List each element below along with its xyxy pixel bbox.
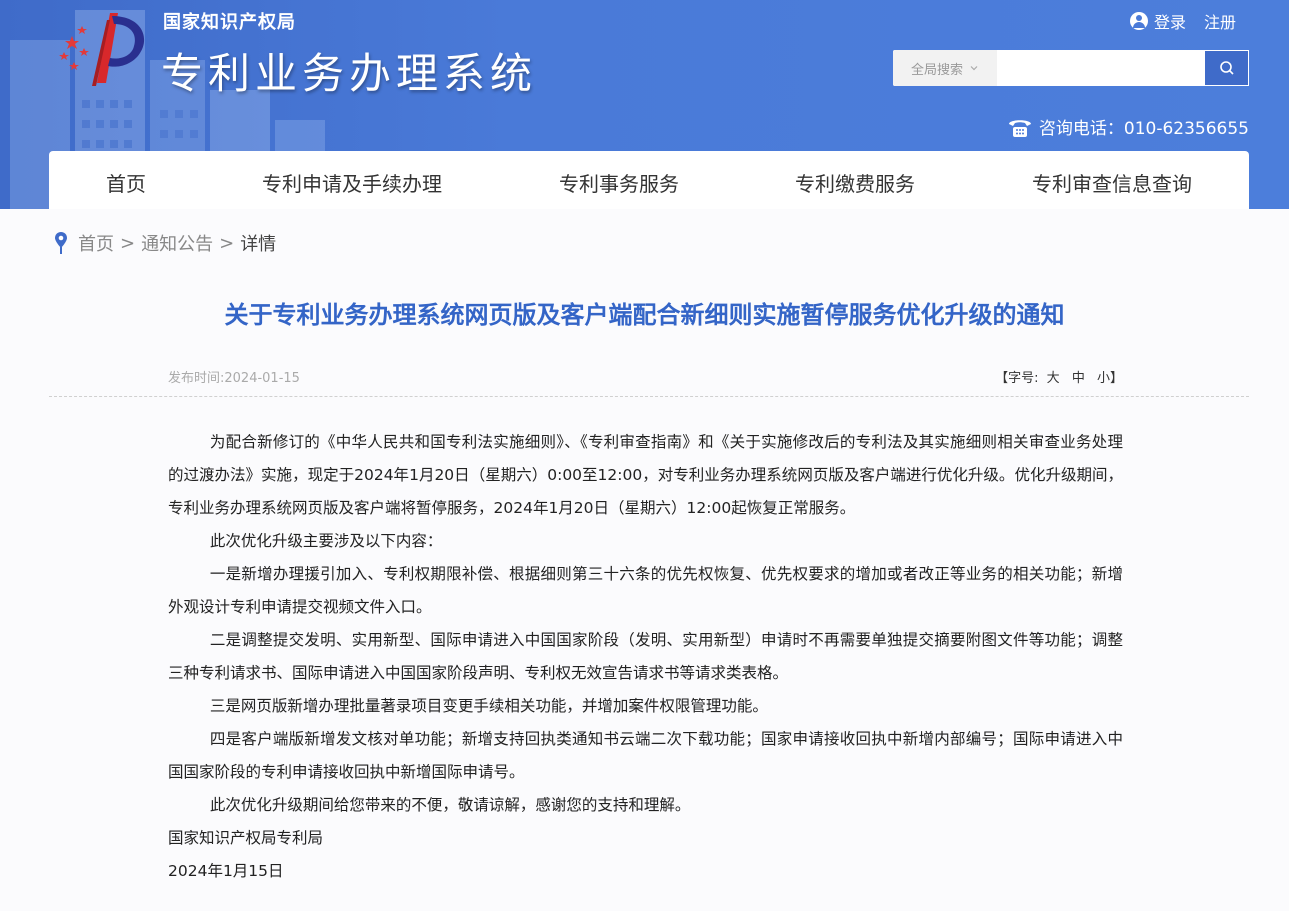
sign-date: 2024年1月15日 bbox=[168, 862, 284, 880]
paragraph: 三是网页版新增办理批量著录项目变更手续相关功能，并增加案件权限管理功能。 bbox=[209, 697, 768, 715]
publish-time: 发布时间:2024-01-15 bbox=[168, 371, 300, 386]
divider bbox=[49, 396, 1249, 397]
hotline-text: 咨询电话：010-62356655 bbox=[1038, 119, 1249, 139]
cnipa-logo bbox=[59, 13, 145, 86]
breadcrumb-notices[interactable]: 通知公告 bbox=[141, 230, 213, 256]
font-size-medium[interactable]: 中 bbox=[1072, 371, 1085, 386]
search-scope-label: 全局搜索 bbox=[910, 62, 963, 78]
register-link[interactable]: 注册 bbox=[1204, 9, 1236, 33]
breadcrumb-current: 详情 bbox=[240, 234, 277, 255]
search-bar: 全局搜索 bbox=[893, 50, 1249, 86]
search-input[interactable] bbox=[997, 50, 1204, 86]
paragraph: 此次优化升级主要涉及以下内容： bbox=[209, 532, 443, 550]
search-button[interactable] bbox=[1204, 50, 1249, 86]
signature: 国家知识产权局专利局 bbox=[168, 829, 324, 847]
breadcrumb-separator: > bbox=[120, 232, 136, 254]
font-size-label: 【字号: bbox=[995, 371, 1039, 386]
nav-item-affairs[interactable]: 专利事务服务 bbox=[559, 168, 679, 197]
nav-item-home[interactable]: 首页 bbox=[106, 168, 146, 197]
chevron-down-icon bbox=[970, 66, 978, 71]
font-size-large[interactable]: 大 bbox=[1047, 371, 1060, 386]
login-link[interactable]: 登录 bbox=[1129, 9, 1186, 33]
hotline: 咨询电话：010-62356655 bbox=[1007, 114, 1249, 139]
system-name: 专利业务办理系统 bbox=[161, 49, 538, 98]
search-scope-select[interactable]: 全局搜索 bbox=[893, 50, 997, 86]
breadcrumb: 首页 > 通知公告 > 详情 bbox=[54, 230, 276, 256]
breadcrumb-separator: > bbox=[219, 232, 235, 254]
article-body: 为配合新修订的《中华人民共和国专利法实施细则》、《专利审查指南》和《关于实施修改… bbox=[168, 426, 1123, 888]
phone-icon bbox=[1008, 119, 1031, 137]
location-pin-icon bbox=[55, 232, 67, 254]
paragraph: 一是新增办理援引加入、专利权期限补偿、根据细则第三十六条的优先权恢复、优先权要求… bbox=[168, 565, 1123, 616]
login-label: 登录 bbox=[1153, 13, 1186, 32]
breadcrumb-home[interactable]: 首页 bbox=[78, 230, 114, 256]
font-size-small[interactable]: 小】 bbox=[1097, 371, 1123, 386]
paragraph: 为配合新修订的《中华人民共和国专利法实施细则》、《专利审查指南》和《关于实施修改… bbox=[168, 433, 1123, 517]
paragraph: 此次优化升级期间给您带来的不便，敬请谅解，感谢您的支持和理解。 bbox=[209, 796, 691, 814]
article-title: 关于专利业务办理系统网页版及客户端配合新细则实施暂停服务优化升级的通知 bbox=[224, 301, 1065, 329]
org-name: 国家知识产权局 bbox=[163, 12, 296, 33]
font-size-switcher: 【字号: 大 中 小】 bbox=[995, 367, 1123, 386]
paragraph: 四是客户端版新增发文核对单功能；新增支持回执类通知书云端二次下载功能；国家申请接… bbox=[168, 730, 1123, 781]
main-nav: 首页 专利申请及手续办理 专利事务服务 专利缴费服务 专利审查信息查询 bbox=[49, 151, 1249, 209]
nav-item-examination-query[interactable]: 专利审查信息查询 bbox=[1032, 168, 1192, 197]
nav-item-application[interactable]: 专利申请及手续办理 bbox=[262, 168, 442, 197]
paragraph: 二是调整提交发明、实用新型、国际申请进入中国国家阶段（发明、实用新型）申请时不再… bbox=[168, 631, 1123, 682]
nav-item-fees[interactable]: 专利缴费服务 bbox=[795, 168, 915, 197]
search-icon bbox=[1219, 61, 1234, 75]
user-icon bbox=[1129, 12, 1148, 30]
header: 国家知识产权局 专利业务办理系统 登录 注册 全局搜索 咨询电话：010-623… bbox=[0, 0, 1289, 209]
user-links: 登录 注册 bbox=[1129, 9, 1236, 33]
